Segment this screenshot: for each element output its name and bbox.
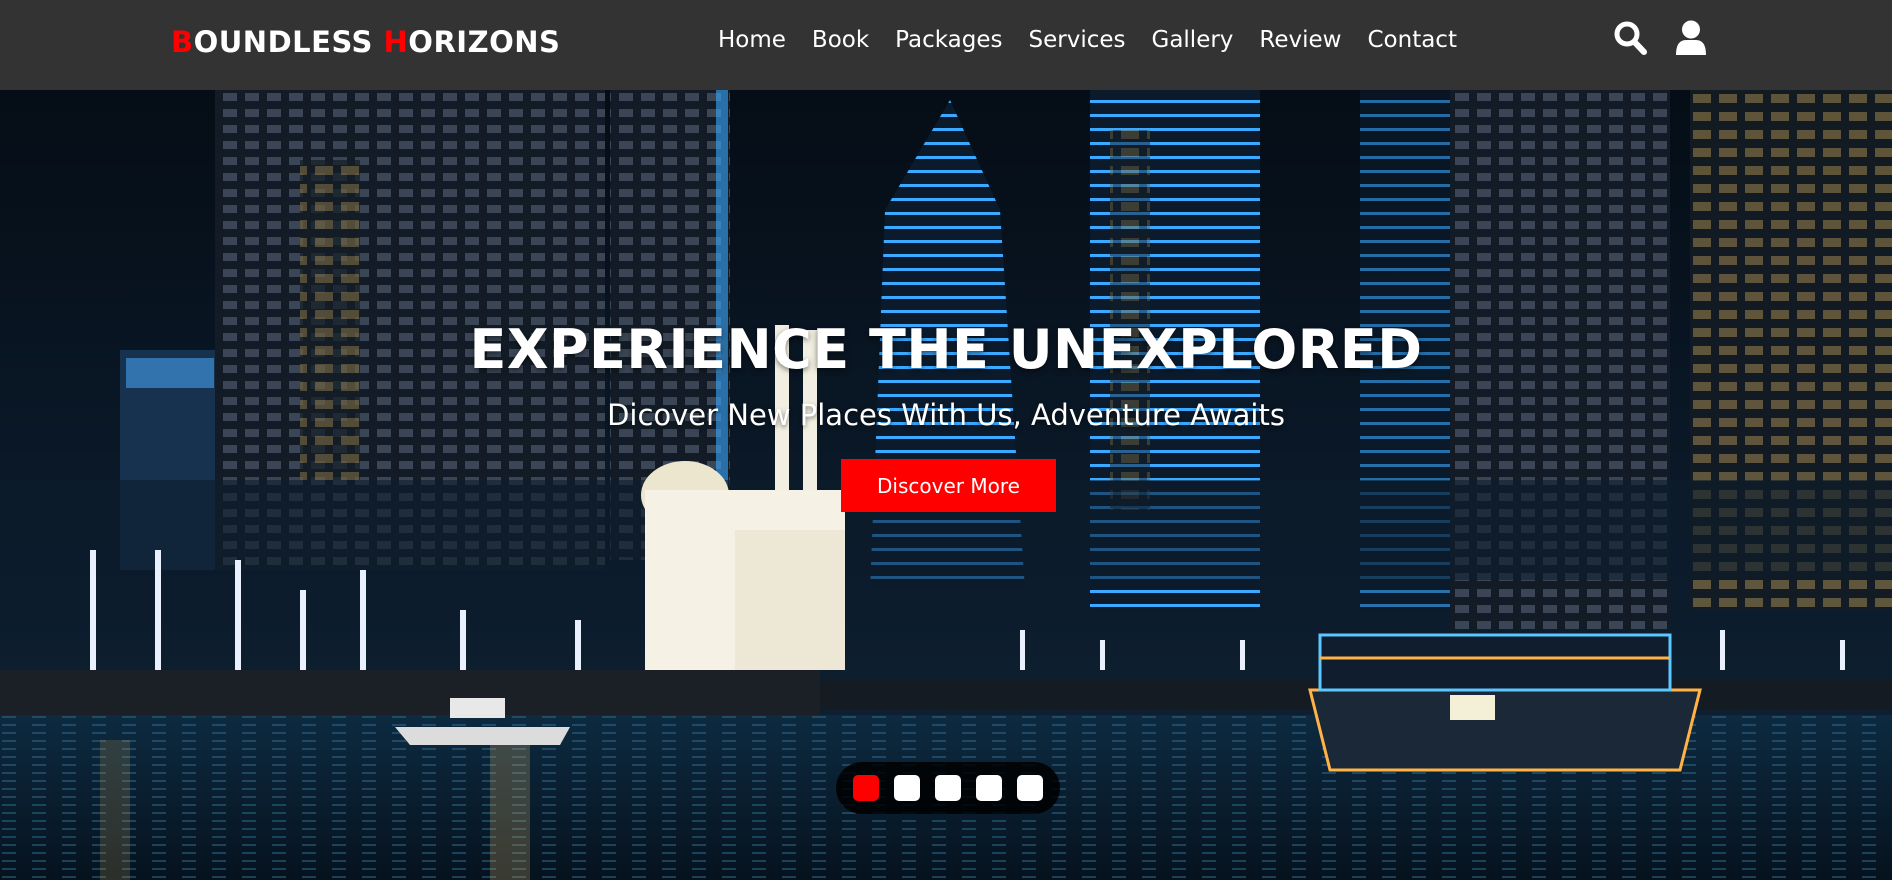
user-icon[interactable] (1674, 20, 1708, 56)
site-logo[interactable]: BOUNDLESS HORIZONS (171, 25, 560, 59)
slider-dot-5[interactable] (1017, 775, 1043, 801)
nav-book[interactable]: Book (812, 24, 869, 56)
slider-dot-1[interactable] (853, 775, 879, 801)
nav-services[interactable]: Services (1029, 24, 1126, 56)
site-header: BOUNDLESS HORIZONS Home Book Packages Se… (0, 0, 1892, 90)
hero-slider: EXPERIENCE THE UNEXPLORED Dicover New Pl… (0, 90, 1892, 880)
logo-initial-h: H (383, 25, 409, 59)
nav-home[interactable]: Home (718, 24, 786, 56)
logo-text-orizons: ORIZONS (408, 25, 561, 59)
hero-subtitle: Dicover New Places With Us, Adventure Aw… (607, 398, 1285, 432)
hero-title: EXPERIENCE THE UNEXPLORED (469, 318, 1423, 381)
discover-more-button[interactable]: Discover More (841, 459, 1056, 512)
main-nav: Home Book Packages Services Gallery Revi… (718, 24, 1457, 56)
logo-text-oundless: OUNDLESS (193, 25, 384, 59)
slider-dot-3[interactable] (935, 775, 961, 801)
logo-initial-b: B (171, 25, 194, 59)
nav-review[interactable]: Review (1259, 24, 1341, 56)
slider-dot-4[interactable] (976, 775, 1002, 801)
nav-contact[interactable]: Contact (1367, 24, 1456, 56)
slider-pagination (836, 762, 1060, 814)
nav-gallery[interactable]: Gallery (1152, 24, 1234, 56)
nav-packages[interactable]: Packages (895, 24, 1002, 56)
search-icon[interactable] (1613, 20, 1647, 56)
slider-dot-2[interactable] (894, 775, 920, 801)
header-actions (1613, 20, 1708, 56)
